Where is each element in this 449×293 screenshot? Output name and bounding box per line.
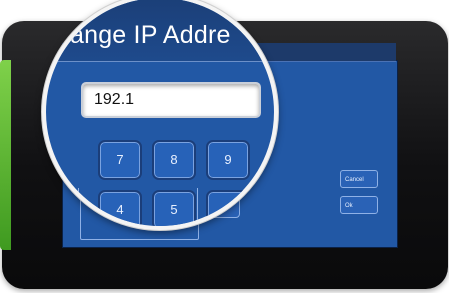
ip-address-input[interactable]: 192.1 (81, 82, 261, 118)
side-accent-strip (0, 60, 11, 250)
keypad-key-9[interactable]: 9 (206, 140, 250, 180)
title-divider (46, 61, 274, 62)
keypad-key-4[interactable]: 4 (98, 190, 142, 226)
magnifier-callout: ange IP Addre 192.1 7 8 9 4 5 6 (42, 0, 278, 230)
keypad-key-5[interactable]: 5 (152, 190, 196, 226)
keypad-key-6[interactable]: 6 (206, 190, 250, 226)
cancel-button[interactable]: Cancel (340, 170, 378, 188)
ok-button[interactable]: Ok (340, 196, 378, 214)
keypad-key-8[interactable]: 8 (152, 140, 196, 180)
keypad-key-7[interactable]: 7 (98, 140, 142, 180)
magnified-dialog-title: ange IP Addre (70, 21, 231, 49)
